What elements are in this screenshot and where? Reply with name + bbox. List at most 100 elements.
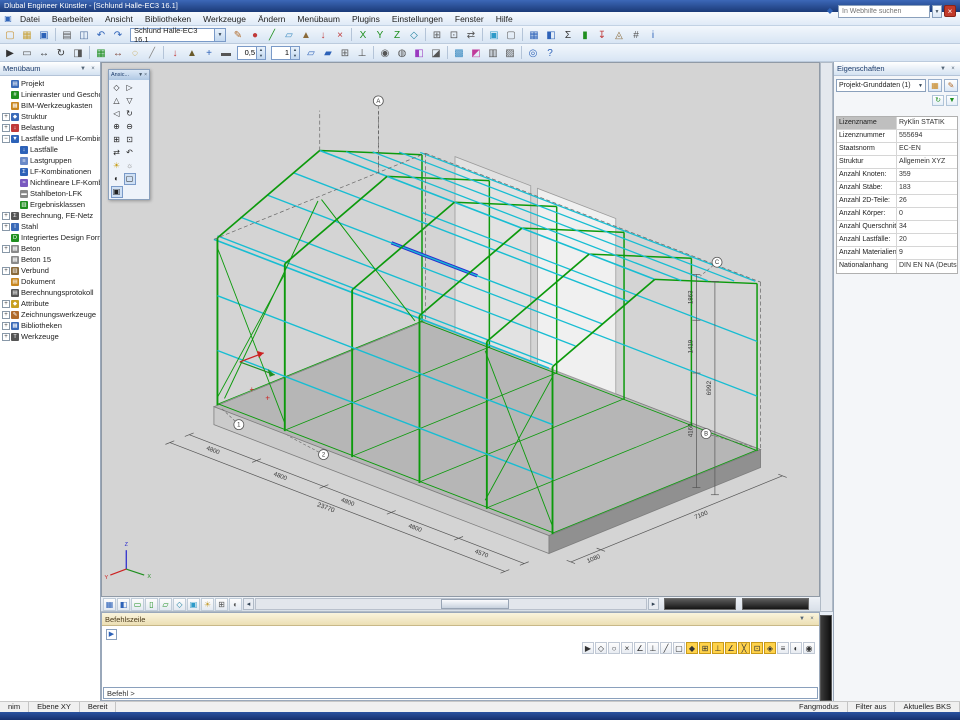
- menu-item-men-baum[interactable]: Menübaum: [291, 12, 346, 26]
- help-globe-icon[interactable]: ◆: [824, 5, 836, 17]
- snap-midpoint-icon[interactable]: ◆: [686, 642, 698, 654]
- clipping-icon[interactable]: ◪: [428, 45, 444, 61]
- scroll-right-arrow[interactable]: ▸: [648, 598, 659, 610]
- tree-item-werkzeuge[interactable]: +TWerkzeuge: [0, 331, 100, 342]
- select-window-icon[interactable]: ▭: [19, 45, 35, 61]
- tree-item-ergebnisklassen[interactable]: ▥Ergebnisklassen: [0, 199, 100, 210]
- viewport[interactable]: 4800480048004800457023770108071004160141…: [101, 62, 820, 597]
- tree-item-linienraster-und-geschosse[interactable]: #Linienraster und Geschosse: [0, 89, 100, 100]
- menu-item-fenster[interactable]: Fenster: [449, 12, 490, 26]
- property-value[interactable]: 0: [897, 208, 957, 220]
- snap-guidelines-icon[interactable]: ╳: [738, 642, 750, 654]
- new-surface-icon[interactable]: ▱: [281, 27, 297, 43]
- snap-parallel-icon[interactable]: ╱: [660, 642, 672, 654]
- show-axes-icon[interactable]: +: [201, 45, 217, 61]
- command-input[interactable]: [103, 687, 818, 699]
- show-supports-icon[interactable]: ▲: [184, 45, 200, 61]
- tree-item-berechnungsprotokoll[interactable]: ▤Berechnungsprotokoll: [0, 287, 100, 298]
- tree-item-lastf-lle[interactable]: ↓Lastfälle: [0, 144, 100, 155]
- grid-snap-icon[interactable]: ⊞: [337, 45, 353, 61]
- snap-settings-icon[interactable]: ◐: [790, 642, 802, 654]
- snap-center-icon[interactable]: ○: [608, 642, 620, 654]
- tree-item-beton-15[interactable]: ▦Beton 15: [0, 254, 100, 265]
- supports-display-icon[interactable]: ◬: [611, 27, 627, 43]
- snap-angle-icon[interactable]: ∠: [634, 642, 646, 654]
- view-x-icon[interactable]: X: [355, 27, 371, 43]
- zoom-out-icon[interactable]: ⊖: [124, 121, 136, 133]
- property-value[interactable]: 9: [897, 247, 957, 259]
- snap-ortho-icon[interactable]: ⊥: [712, 642, 724, 654]
- tree-item-stahl[interactable]: +IStahl: [0, 221, 100, 232]
- visibility-icon[interactable]: ◉: [377, 45, 393, 61]
- margins-icon[interactable]: ▥: [485, 45, 501, 61]
- zoom-window-icon[interactable]: ⊞: [429, 27, 445, 43]
- load-increment-spinner[interactable]: ▲▼: [271, 46, 300, 60]
- menu-tree-header[interactable]: Menübaum ▼ ×: [0, 62, 100, 76]
- tables-icon[interactable]: ▦: [526, 27, 542, 43]
- command-output-area[interactable]: ▶ ▶◇○×∠⊥╱▢◆⊞⊥∠╳⊡◈≡◐◉: [102, 626, 819, 687]
- property-value[interactable]: 183: [897, 182, 957, 194]
- load-increment-arrows[interactable]: ▲▼: [290, 47, 299, 59]
- move-icon[interactable]: ↔: [36, 45, 52, 61]
- menu-item-werkzeuge[interactable]: Werkzeuge: [197, 12, 252, 26]
- vertical-scrollbar[interactable]: [820, 62, 833, 612]
- dock-tables-icon[interactable]: ▦: [103, 598, 116, 611]
- snap-select-icon[interactable]: ▶: [582, 642, 594, 654]
- snap-perpendicular-icon[interactable]: ⊥: [647, 642, 659, 654]
- partial-view-icon[interactable]: ◍: [394, 45, 410, 61]
- select-icon[interactable]: ▶: [2, 45, 18, 61]
- properties-header[interactable]: Eigenschaften ▼ ×: [834, 62, 960, 76]
- zoom-window-icon[interactable]: ⊞: [111, 134, 123, 146]
- lamp-icon[interactable]: ☀: [201, 598, 214, 611]
- expand-icon[interactable]: +: [2, 300, 10, 308]
- expand-icon[interactable]: +: [2, 223, 10, 231]
- snap-points-icon[interactable]: ◈: [764, 642, 776, 654]
- new-load-icon[interactable]: ↓: [315, 27, 331, 43]
- zoom-in-icon[interactable]: ⊕: [111, 121, 123, 133]
- snap-endpoint-icon[interactable]: ◇: [595, 642, 607, 654]
- tree-item-bim-werkzeugkasten[interactable]: ▦BIM-Werkzeugkasten: [0, 100, 100, 111]
- tree-item-integriertes-design-forms[interactable]: DIntegriertes Design Forms: [0, 232, 100, 243]
- tree-item-projekt[interactable]: ▤Projekt: [0, 78, 100, 89]
- view-in-y-icon[interactable]: △: [111, 95, 123, 107]
- viewport-thumbnail-2[interactable]: [742, 598, 809, 610]
- guide-line-icon[interactable]: ╱: [144, 45, 160, 61]
- menu-item-datei[interactable]: Datei: [14, 12, 46, 26]
- new-file-icon[interactable]: ▢: [2, 27, 18, 43]
- dock-navigator-icon[interactable]: ◧: [117, 598, 130, 611]
- line-grid-icon[interactable]: ▦: [93, 45, 109, 61]
- display-factor-input[interactable]: [238, 47, 256, 59]
- section-icon[interactable]: ◧: [411, 45, 427, 61]
- expand-icon[interactable]: +: [2, 333, 10, 341]
- menu-item-bearbeiten[interactable]: Bearbeiten: [46, 12, 99, 26]
- zoom-all-icon[interactable]: ⊡: [446, 27, 462, 43]
- navigator-icon[interactable]: ◧: [543, 27, 559, 43]
- language-icon[interactable]: ◎: [525, 45, 541, 61]
- help-icon[interactable]: ?: [542, 45, 558, 61]
- property-category-combo[interactable]: Projekt-Grunddaten (1) ▼: [836, 79, 926, 92]
- render-wire-icon[interactable]: ▢: [503, 27, 519, 43]
- tree-item-lastf-lle-und-lf-kombinatic[interactable]: −▼Lastfälle und LF-Kombinatic: [0, 133, 100, 144]
- load-increment-input[interactable]: [272, 47, 290, 59]
- spinner-down-icon[interactable]: ▼: [257, 53, 265, 59]
- delete-icon[interactable]: ×: [332, 27, 348, 43]
- pin-icon[interactable]: ▼: [798, 616, 806, 622]
- scrollbar-thumb[interactable]: [441, 599, 509, 609]
- viewport-thumbnail-1[interactable]: [664, 598, 736, 610]
- tree-item-struktur[interactable]: +◆Struktur: [0, 111, 100, 122]
- pin-icon[interactable]: ▼: [939, 66, 947, 72]
- background-icon[interactable]: ▩: [451, 45, 467, 61]
- expand-icon[interactable]: +: [2, 267, 10, 275]
- property-value[interactable]: 555694: [897, 130, 957, 142]
- dimension-icon[interactable]: ↔: [110, 45, 126, 61]
- expand-icon[interactable]: +: [2, 212, 10, 220]
- tree-item-lastgruppen[interactable]: ≡Lastgruppen: [0, 155, 100, 166]
- property-value[interactable]: DIN EN NA (Deutsc...: [897, 260, 957, 273]
- expand-icon[interactable]: +: [2, 311, 10, 319]
- print-icon[interactable]: ▤: [59, 27, 75, 43]
- tree-item-stahlbeton-lfk[interactable]: ▬Stahlbeton-LFK: [0, 188, 100, 199]
- view-isometric-icon[interactable]: ◇: [111, 82, 123, 94]
- menu-item-plugins[interactable]: Plugins: [346, 12, 386, 26]
- render-solid-icon[interactable]: ▣: [486, 27, 502, 43]
- close-icon[interactable]: ×: [144, 72, 147, 78]
